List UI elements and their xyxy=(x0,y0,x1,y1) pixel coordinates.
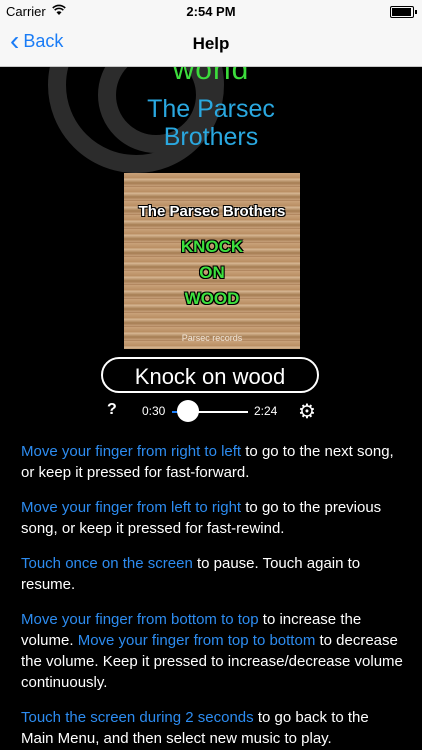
song-title-button[interactable]: Knock on wood xyxy=(101,357,319,393)
navigation-bar: ‹ Back Help xyxy=(0,22,422,67)
album-artist: The Parsec Brothers xyxy=(138,203,286,220)
help-paragraph: Move your finger from right to left to g… xyxy=(21,441,405,483)
gesture-text: Touch the screen during 2 seconds xyxy=(21,709,254,726)
help-paragraph: Touch once on the screen to pause. Touch… xyxy=(21,553,405,595)
help-content[interactable]: world The Parsec Brothers The Parsec Bro… xyxy=(0,67,422,750)
album-cover: The Parsec Brothers KNOCK ON WOOD Parsec… xyxy=(124,173,300,349)
artist-line-1: The Parsec xyxy=(147,95,275,123)
help-paragraph: Move your finger from bottom to top to i… xyxy=(21,609,405,693)
status-time: 2:54 PM xyxy=(186,4,236,19)
battery-icon xyxy=(390,6,417,18)
battery-level xyxy=(392,8,411,16)
elapsed-time: 0:30 xyxy=(142,404,166,418)
help-button[interactable]: ? xyxy=(107,401,117,419)
artist-line-2: Brothers xyxy=(163,123,259,151)
status-bar: Carrier 2:54 PM xyxy=(0,0,422,22)
gesture-text: Touch once on the screen xyxy=(21,555,193,572)
artwork-title-text: world xyxy=(172,67,250,86)
gesture-text: Move your finger from top to bottom xyxy=(77,632,316,649)
slider-thumb[interactable] xyxy=(176,400,199,422)
album-title-line: ON xyxy=(199,263,225,282)
gesture-text: Move your finger from right to left xyxy=(21,443,242,460)
help-instructions: Move your finger from right to left to g… xyxy=(21,441,405,750)
album-title-line: WOOD xyxy=(184,289,240,308)
gesture-text: Move your finger from bottom to top xyxy=(21,611,259,628)
gear-icon[interactable]: ⚙ xyxy=(298,399,316,424)
record-label: Parsec records xyxy=(181,333,243,343)
player-controls: ? 0:30 2:24 ⚙ xyxy=(0,399,422,423)
gesture-text: Move your finger from left to right xyxy=(21,499,242,516)
help-paragraph: Move your finger from left to right to g… xyxy=(21,497,405,539)
help-paragraph: Touch the screen during 2 seconds to go … xyxy=(21,707,405,749)
album-title-line: KNOCK xyxy=(180,237,244,256)
duration-time: 2:24 xyxy=(254,404,278,418)
artist-name: The Parsec Brothers xyxy=(0,95,422,151)
page-title: Help xyxy=(192,34,230,53)
